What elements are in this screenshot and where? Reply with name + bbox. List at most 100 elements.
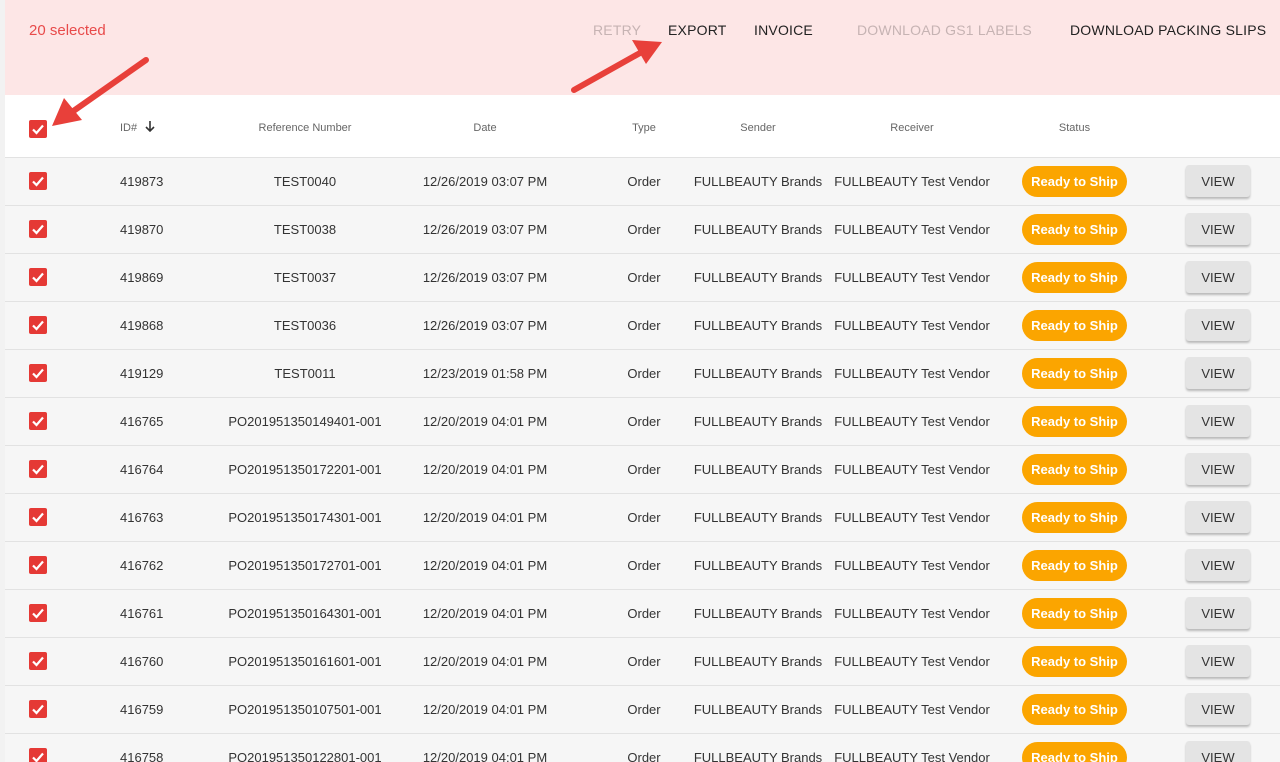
row-reference: PO201951350107501-001 <box>228 702 382 717</box>
row-id: 419129 <box>120 366 164 381</box>
view-button[interactable]: VIEW <box>1186 309 1250 341</box>
row-id: 419873 <box>120 174 164 189</box>
row-type: Order <box>627 462 661 477</box>
status-badge: Ready to Ship <box>1022 550 1127 581</box>
row-sender: FULLBEAUTY Brands <box>693 606 823 621</box>
row-reference: TEST0011 <box>274 366 336 381</box>
row-checkbox[interactable] <box>29 364 47 382</box>
row-receiver: FULLBEAUTY Test Vendor <box>834 462 990 477</box>
row-sender: FULLBEAUTY Brands <box>693 654 823 669</box>
status-badge: Ready to Ship <box>1022 406 1127 437</box>
row-checkbox[interactable] <box>29 172 47 190</box>
view-button[interactable]: VIEW <box>1186 597 1250 629</box>
row-receiver: FULLBEAUTY Test Vendor <box>834 318 990 333</box>
row-id: 416762 <box>120 558 164 573</box>
select-all-checkbox[interactable] <box>29 120 47 138</box>
row-sender: FULLBEAUTY Brands <box>693 702 823 717</box>
row-reference: PO201951350122801-001 <box>228 750 382 762</box>
row-checkbox[interactable] <box>29 556 47 574</box>
row-checkbox[interactable] <box>29 412 47 430</box>
status-badge: Ready to Ship <box>1022 214 1127 245</box>
view-button[interactable]: VIEW <box>1186 741 1250 762</box>
row-date: 12/20/2019 04:01 PM <box>422 606 548 621</box>
row-receiver: FULLBEAUTY Test Vendor <box>834 558 990 573</box>
view-button[interactable]: VIEW <box>1186 549 1250 581</box>
row-type: Order <box>627 366 661 381</box>
row-type: Order <box>627 702 661 717</box>
table-row: 416762 PO201951350172701-001 12/20/2019 … <box>5 542 1280 590</box>
row-checkbox[interactable] <box>29 220 47 238</box>
row-checkbox[interactable] <box>29 268 47 286</box>
view-button[interactable]: VIEW <box>1186 165 1250 197</box>
row-sender: FULLBEAUTY Brands <box>693 366 823 381</box>
status-badge: Ready to Ship <box>1022 166 1127 197</box>
view-button[interactable]: VIEW <box>1186 501 1250 533</box>
sender-column-header[interactable]: Sender <box>693 95 823 158</box>
view-button[interactable]: VIEW <box>1186 693 1250 725</box>
row-checkbox[interactable] <box>29 748 47 762</box>
status-badge: Ready to Ship <box>1022 646 1127 677</box>
table-row: 416765 PO201951350149401-001 12/20/2019 … <box>5 398 1280 446</box>
row-type: Order <box>627 510 661 525</box>
view-button[interactable]: VIEW <box>1186 645 1250 677</box>
status-badge: Ready to Ship <box>1022 598 1127 629</box>
row-id: 416758 <box>120 750 164 762</box>
retry-button[interactable]: RETRY <box>593 22 641 38</box>
row-checkbox[interactable] <box>29 700 47 718</box>
export-button[interactable]: EXPORT <box>668 22 727 38</box>
row-sender: FULLBEAUTY Brands <box>693 750 823 762</box>
invoice-button[interactable]: INVOICE <box>754 22 813 38</box>
download-packing-slips-button[interactable]: DOWNLOAD PACKING SLIPS <box>1070 22 1266 38</box>
row-reference: PO201951350164301-001 <box>228 606 382 621</box>
row-checkbox[interactable] <box>29 652 47 670</box>
row-date: 12/26/2019 03:07 PM <box>422 270 548 285</box>
selection-action-bar: 20 selected RETRY EXPORT INVOICE DOWNLOA… <box>5 0 1280 95</box>
view-button[interactable]: VIEW <box>1186 261 1250 293</box>
status-column-header[interactable]: Status <box>1022 95 1127 158</box>
check-icon <box>32 368 44 379</box>
view-button[interactable]: VIEW <box>1186 453 1250 485</box>
check-icon <box>32 752 44 762</box>
row-receiver: FULLBEAUTY Test Vendor <box>834 654 990 669</box>
status-badge: Ready to Ship <box>1022 358 1127 389</box>
row-reference: PO201951350174301-001 <box>228 510 382 525</box>
row-reference: TEST0037 <box>273 270 337 285</box>
id-header-label: ID# <box>120 122 138 134</box>
row-reference: PO201951350149401-001 <box>228 414 382 429</box>
row-date: 12/26/2019 03:07 PM <box>422 318 548 333</box>
row-sender: FULLBEAUTY Brands <box>693 462 823 477</box>
row-receiver: FULLBEAUTY Test Vendor <box>834 510 990 525</box>
row-checkbox[interactable] <box>29 508 47 526</box>
check-icon <box>32 608 44 619</box>
view-button[interactable]: VIEW <box>1186 357 1250 389</box>
receiver-column-header[interactable]: Receiver <box>832 95 992 158</box>
row-date: 12/20/2019 04:01 PM <box>422 702 548 717</box>
id-column-header[interactable]: ID# <box>120 95 155 158</box>
status-badge: Ready to Ship <box>1022 502 1127 533</box>
table-row: 416759 PO201951350107501-001 12/20/2019 … <box>5 686 1280 734</box>
table-header: ID# Reference Number Date Type Sender Re… <box>5 95 1280 158</box>
row-checkbox[interactable] <box>29 460 47 478</box>
date-column-header[interactable]: Date <box>400 95 570 158</box>
selected-count: 20 selected <box>29 22 106 39</box>
row-reference: PO201951350161601-001 <box>228 654 382 669</box>
row-sender: FULLBEAUTY Brands <box>693 318 823 333</box>
row-id: 416760 <box>120 654 164 669</box>
view-button[interactable]: VIEW <box>1186 405 1250 437</box>
reference-column-header[interactable]: Reference Number <box>205 95 405 158</box>
view-button[interactable]: VIEW <box>1186 213 1250 245</box>
row-date: 12/26/2019 03:07 PM <box>422 222 548 237</box>
check-icon <box>32 320 44 331</box>
row-date: 12/20/2019 04:01 PM <box>422 654 548 669</box>
row-id: 416765 <box>120 414 164 429</box>
table-row: 416758 PO201951350122801-001 12/20/2019 … <box>5 734 1280 762</box>
row-checkbox[interactable] <box>29 316 47 334</box>
check-icon <box>32 176 44 187</box>
type-column-header[interactable]: Type <box>614 95 674 158</box>
row-checkbox[interactable] <box>29 604 47 622</box>
download-gs1-labels-button[interactable]: DOWNLOAD GS1 LABELS <box>857 22 1032 38</box>
table-row: 416761 PO201951350164301-001 12/20/2019 … <box>5 590 1280 638</box>
row-reference: PO201951350172701-001 <box>228 558 382 573</box>
row-receiver: FULLBEAUTY Test Vendor <box>834 702 990 717</box>
row-receiver: FULLBEAUTY Test Vendor <box>834 414 990 429</box>
